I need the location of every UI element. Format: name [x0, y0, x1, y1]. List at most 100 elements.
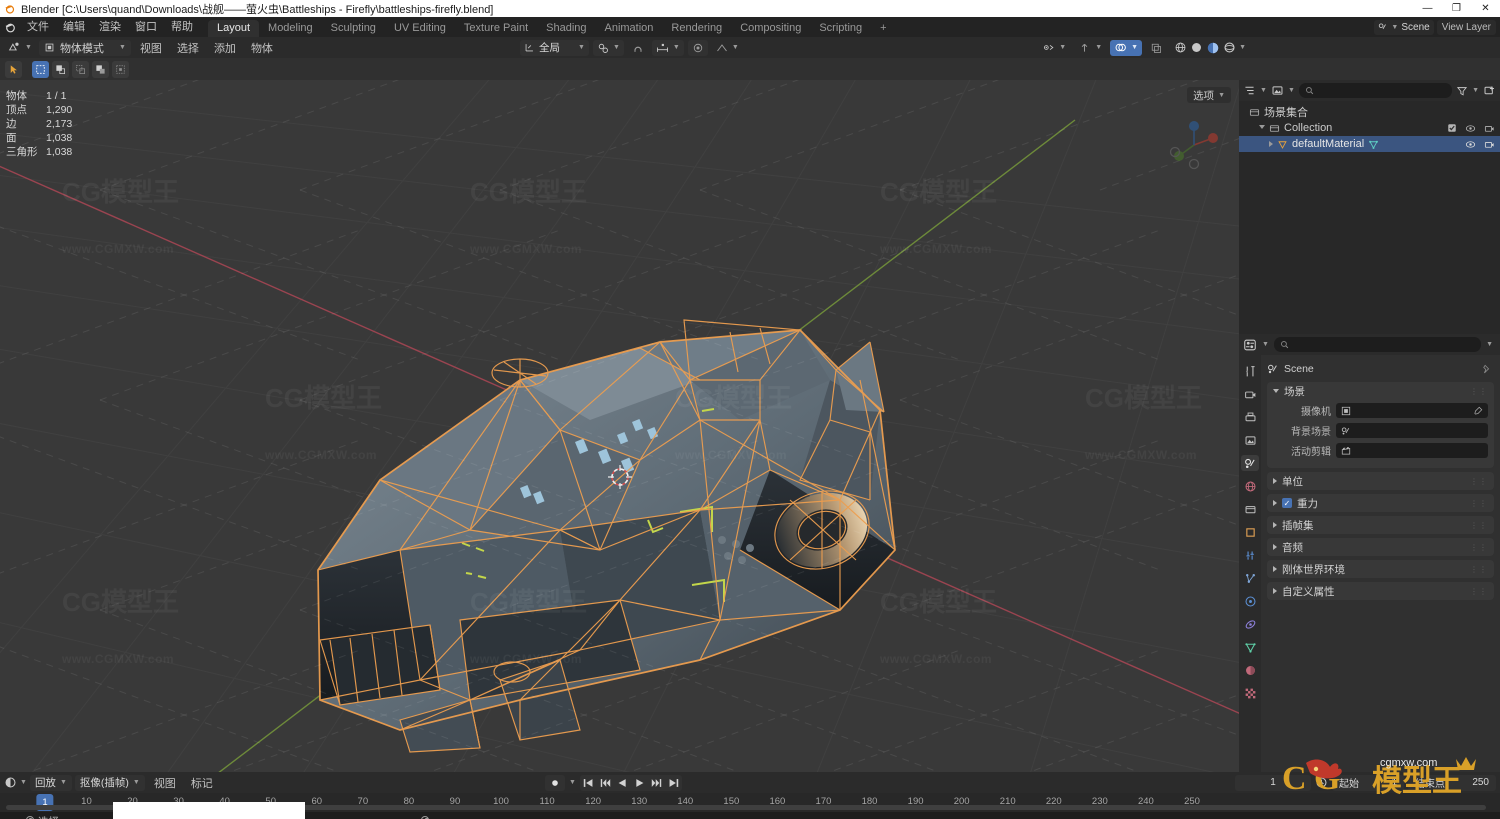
- timeline-editor-type-icon[interactable]: [4, 776, 17, 789]
- next-keyframe-button[interactable]: [648, 775, 665, 791]
- transform-orientation-dropdown[interactable]: 全局 ▼: [520, 39, 589, 56]
- viewport-menu-view[interactable]: 视图: [134, 40, 168, 56]
- start-frame-field[interactable]: 起始 1: [1332, 774, 1404, 791]
- add-workspace-button[interactable]: +: [871, 20, 895, 37]
- eyedropper-icon[interactable]: [1473, 406, 1483, 416]
- xray-toggle[interactable]: [1146, 40, 1166, 56]
- tab-animation[interactable]: Animation: [596, 20, 663, 37]
- keying-sets-panel-header[interactable]: 插帧集 ⋮⋮: [1267, 516, 1494, 534]
- outliner-filter-icon[interactable]: [1456, 85, 1468, 97]
- menu-help[interactable]: 帮助: [164, 17, 200, 37]
- viewport-menu-select[interactable]: 选择: [171, 40, 205, 56]
- tab-layout[interactable]: Layout: [208, 20, 260, 37]
- outliner-filter-chevron-down-icon[interactable]: ▼: [1472, 87, 1479, 94]
- overlays-toggle[interactable]: ▼: [1110, 39, 1143, 56]
- custom-properties-panel-header[interactable]: 自定义属性 ⋮⋮: [1267, 582, 1494, 600]
- tab-sculpting[interactable]: Sculpting: [322, 20, 385, 37]
- outliner-row-default-material[interactable]: defaultMaterial: [1239, 136, 1500, 152]
- active-clip-input[interactable]: [1336, 443, 1488, 458]
- menu-window[interactable]: 窗口: [128, 17, 164, 37]
- editor-type-selector[interactable]: ▼: [4, 40, 36, 56]
- properties-tab-texture[interactable]: [1241, 685, 1259, 701]
- scene-panel-header[interactable]: 场景 ⋮⋮: [1267, 382, 1494, 400]
- tweak-tool-button[interactable]: [5, 60, 22, 78]
- proportional-falloff-toggle[interactable]: [687, 39, 708, 56]
- tab-shading[interactable]: Shading: [537, 20, 595, 37]
- expand-triangle-icon[interactable]: [1259, 124, 1265, 132]
- background-scene-input[interactable]: [1336, 423, 1488, 438]
- outliner-display-chevron-down-icon[interactable]: ▼: [1288, 87, 1295, 94]
- view-layer-selector[interactable]: View Layer: [1436, 19, 1496, 35]
- properties-tab-particles[interactable]: [1241, 570, 1259, 586]
- select-box-button[interactable]: [32, 60, 49, 78]
- minimize-button[interactable]: —: [1413, 0, 1442, 17]
- properties-tab-data[interactable]: [1241, 639, 1259, 655]
- menu-file[interactable]: 文件: [20, 17, 56, 37]
- tab-rendering[interactable]: Rendering: [662, 20, 731, 37]
- eye-icon[interactable]: [1465, 123, 1476, 134]
- expand-triangle-icon[interactable]: [1269, 141, 1273, 147]
- snap-target-dropdown[interactable]: ▼: [592, 39, 624, 56]
- 3d-viewport[interactable]: CG模型王 CG模型王 CG模型王 CG模型王 CG模型王 CG模型王 CG模型…: [0, 80, 1239, 772]
- properties-tab-modifier[interactable]: [1241, 547, 1259, 563]
- proportional-editing-dropdown[interactable]: ▼: [651, 39, 684, 56]
- properties-options-chevron-down-icon[interactable]: ▼: [1486, 341, 1493, 348]
- rigid-body-world-panel-header[interactable]: 刚体世界环境 ⋮⋮: [1267, 560, 1494, 578]
- properties-tab-output[interactable]: [1241, 409, 1259, 425]
- properties-tab-view-layer[interactable]: [1241, 432, 1259, 448]
- audio-panel-header[interactable]: 音频 ⋮⋮: [1267, 538, 1494, 556]
- falloff-curve-dropdown[interactable]: ▼: [712, 40, 743, 56]
- shading-chevron-down-icon[interactable]: ▼: [1239, 44, 1246, 51]
- auto-keying-toggle[interactable]: [545, 774, 565, 791]
- camera-icon[interactable]: [1484, 139, 1495, 150]
- navigation-gizmo[interactable]: [1163, 114, 1225, 176]
- properties-tab-collection[interactable]: [1241, 501, 1259, 517]
- scene-selector[interactable]: ▼ Scene: [1374, 19, 1434, 35]
- shading-wireframe-button[interactable]: [1174, 41, 1187, 54]
- properties-tab-tool[interactable]: [1241, 363, 1259, 379]
- timeline-type-chevron-down-icon[interactable]: ▼: [20, 779, 27, 786]
- properties-tab-world[interactable]: [1241, 478, 1259, 494]
- eye-icon[interactable]: [1465, 139, 1476, 150]
- playback-dropdown[interactable]: 回放 ▼: [29, 774, 72, 791]
- outliner-row-collection[interactable]: Collection: [1239, 120, 1500, 136]
- use-preview-range-icon[interactable]: [1315, 776, 1328, 789]
- tab-scripting[interactable]: Scripting: [810, 20, 871, 37]
- properties-tab-object[interactable]: [1241, 524, 1259, 540]
- menu-edit[interactable]: 编辑: [56, 17, 92, 37]
- end-frame-field[interactable]: 结束点 250: [1408, 774, 1496, 791]
- previous-keyframe-button[interactable]: [597, 775, 614, 791]
- menu-render[interactable]: 渲染: [92, 17, 128, 37]
- timeline-menu-marker[interactable]: 标记: [185, 775, 219, 791]
- properties-tab-material[interactable]: [1241, 662, 1259, 678]
- snap-magnet-toggle[interactable]: [628, 40, 648, 56]
- close-button[interactable]: ✕: [1471, 0, 1500, 17]
- outliner-type-chevron-down-icon[interactable]: ▼: [1260, 87, 1267, 94]
- interaction-mode-dropdown[interactable]: 物体模式 ▼: [38, 39, 131, 56]
- current-frame-field[interactable]: 1: [1235, 774, 1311, 791]
- tab-uv-editing[interactable]: UV Editing: [385, 20, 455, 37]
- shading-material-preview-button[interactable]: [1206, 41, 1220, 55]
- properties-tab-constraint[interactable]: [1241, 616, 1259, 632]
- viewport-options-dropdown[interactable]: 选项 ▼: [1187, 87, 1231, 103]
- select-invert-button[interactable]: [92, 60, 109, 78]
- play-reverse-button[interactable]: [614, 775, 631, 791]
- outliner-new-collection-icon[interactable]: [1483, 84, 1496, 97]
- outliner-editor-type-icon[interactable]: [1243, 84, 1256, 97]
- outliner-row-scene-collection[interactable]: 场景集合: [1239, 104, 1500, 120]
- shading-rendered-button[interactable]: [1223, 41, 1236, 54]
- outliner-display-mode-icon[interactable]: [1271, 84, 1284, 97]
- blender-menu-icon[interactable]: [0, 21, 20, 34]
- jump-to-start-button[interactable]: [580, 775, 597, 791]
- properties-tab-render[interactable]: [1241, 386, 1259, 402]
- maximize-button[interactable]: ❐: [1442, 0, 1471, 17]
- select-extend-button[interactable]: [52, 60, 69, 78]
- timeline-menu-view[interactable]: 视图: [148, 775, 182, 791]
- viewport-menu-object[interactable]: 物体: [245, 40, 279, 56]
- gravity-checkbox[interactable]: ✓: [1282, 498, 1292, 508]
- jump-to-end-button[interactable]: [665, 775, 682, 791]
- tab-texture-paint[interactable]: Texture Paint: [455, 20, 537, 37]
- select-subtract-button[interactable]: [72, 60, 89, 78]
- viewport-menu-add[interactable]: 添加: [208, 40, 242, 56]
- properties-tab-scene[interactable]: [1241, 455, 1259, 471]
